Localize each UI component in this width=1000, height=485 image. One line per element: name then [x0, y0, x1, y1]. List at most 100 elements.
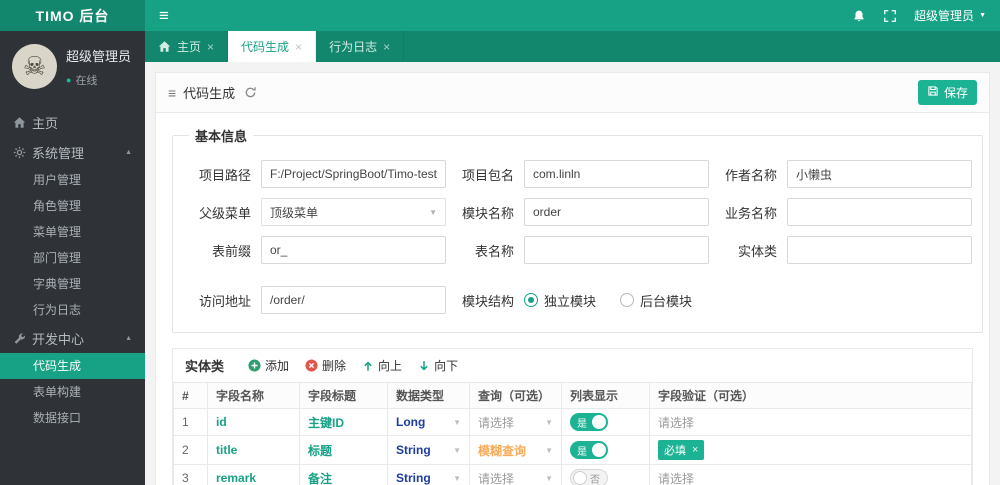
- sidebar-item-behavior-log[interactable]: 行为日志: [0, 297, 145, 323]
- field-title-input[interactable]: 备注: [308, 472, 332, 485]
- close-icon[interactable]: ×: [295, 40, 302, 54]
- sidebar-item-department-management[interactable]: 部门管理: [0, 245, 145, 271]
- radio-label: 后台模块: [640, 293, 693, 309]
- field-title-input[interactable]: 标题: [308, 444, 332, 458]
- table-name-input[interactable]: [524, 236, 709, 264]
- sidebar-item-form-builder[interactable]: 表单构建: [0, 379, 145, 405]
- sidebar-item-code-generation[interactable]: 代码生成: [0, 353, 145, 379]
- chevron-down-icon: ▼: [545, 445, 553, 455]
- sidebar-item-role-management[interactable]: 角色管理: [0, 193, 145, 219]
- field-name-cell: id: [207, 408, 300, 436]
- tag-label: 必填: [664, 445, 686, 457]
- field-name-input[interactable]: remark: [216, 471, 256, 485]
- field-title-cell: 主键ID: [299, 408, 388, 436]
- fullscreen-icon[interactable]: [883, 9, 897, 23]
- profile-info: 超级管理员 ● 在线: [66, 46, 131, 88]
- remove-tag-icon[interactable]: ×: [692, 444, 698, 456]
- add-button[interactable]: 添加: [248, 357, 289, 374]
- show-toggle[interactable]: 否: [570, 469, 608, 485]
- move-down-icon: [418, 360, 430, 372]
- sidebar-item-menu-management[interactable]: 菜单管理: [0, 219, 145, 245]
- field-title-cell: 备注: [299, 464, 388, 485]
- tab-code-generation[interactable]: 代码生成 ×: [228, 31, 317, 62]
- data-type-select[interactable]: Long ▼: [396, 415, 461, 429]
- row-index: 3: [173, 464, 208, 485]
- move-down-button[interactable]: 向下: [418, 357, 458, 374]
- entity-class-input[interactable]: [787, 236, 972, 264]
- sidebar-item-system-management[interactable]: 系统管理 ▲: [0, 137, 145, 167]
- delete-button[interactable]: 删除: [305, 357, 346, 374]
- field-title-cell: 标题: [299, 435, 388, 465]
- tool-label: 向下: [434, 359, 459, 373]
- user-profile: ☠ 超级管理员 ● 在线: [0, 31, 145, 101]
- table-row: 3 remark 备注 String ▼ 请选择 ▼ 否 请选择: [173, 464, 972, 485]
- tab-behavior-log[interactable]: 行为日志 ×: [316, 31, 405, 62]
- data-type-select-cell: String ▼: [387, 464, 470, 485]
- entity-header: 实体类 添加 删除 向上 向下: [173, 349, 972, 382]
- parent-menu-select[interactable]: 顶级菜单 ▼: [261, 198, 446, 226]
- business-name-input[interactable]: [787, 198, 972, 226]
- home-icon: [158, 40, 171, 53]
- tab-label: 代码生成: [241, 40, 290, 54]
- home-icon: [13, 116, 32, 129]
- sidebar-item-dictionary-management[interactable]: 字典管理: [0, 271, 145, 297]
- form-field-project-path: 项目路径: [183, 160, 446, 188]
- query-select-cell: 模糊查询 ▼: [469, 435, 562, 465]
- sidebar-item-label: 开发中心: [32, 331, 85, 347]
- column-header: 列表显示: [561, 382, 650, 409]
- chevron-down-icon: ▼: [429, 207, 437, 217]
- project-path-input[interactable]: [261, 160, 446, 188]
- user-menu[interactable]: 超级管理员 ▼: [914, 7, 986, 24]
- field-title-input[interactable]: 主键ID: [308, 416, 344, 430]
- move-up-button[interactable]: 向上: [362, 357, 402, 374]
- close-icon[interactable]: ×: [207, 40, 214, 54]
- sidebar-item-data-api[interactable]: 数据接口: [0, 405, 145, 431]
- menu-toggle-icon[interactable]: ≡: [159, 7, 169, 24]
- list-display-cell: 否: [561, 464, 650, 485]
- sidebar: TIMO 后台 ☠ 超级管理员 ● 在线 主页 系统管理 ▲ 用户管理 角色管理 菜单管理…: [0, 0, 145, 485]
- radio-standalone-module[interactable]: 独立模块: [524, 291, 596, 310]
- skull-icon: ☠: [22, 51, 47, 81]
- field-label: 作者名称: [724, 167, 777, 183]
- sidebar-item-home[interactable]: 主页: [0, 107, 145, 137]
- sidebar-item-user-management[interactable]: 用户管理: [0, 167, 145, 193]
- query-select[interactable]: 请选择 ▼: [478, 470, 553, 485]
- basic-info-section: 基本信息 项目路径 项目包名 作者名称父级菜单 顶级菜单 ▼ 模块名称 业务名称表前缀 表名称…: [172, 126, 983, 333]
- field-label: 项目路径: [198, 167, 251, 183]
- refresh-icon[interactable]: [244, 86, 257, 99]
- validation-select[interactable]: 请选择: [658, 416, 694, 430]
- query-select[interactable]: 模糊查询 ▼: [478, 442, 553, 459]
- show-toggle[interactable]: 是: [570, 441, 608, 459]
- author-name-input[interactable]: [787, 160, 972, 188]
- save-button[interactable]: 保存: [917, 80, 977, 105]
- sidebar-item-dev-center[interactable]: 开发中心 ▲: [0, 323, 145, 353]
- package-name-input[interactable]: [524, 160, 709, 188]
- access-url-input[interactable]: [261, 286, 446, 314]
- tool-label: 删除: [322, 359, 347, 373]
- table-prefix-input[interactable]: [261, 236, 446, 264]
- bell-icon[interactable]: [852, 9, 866, 23]
- query-select[interactable]: 请选择 ▼: [478, 414, 553, 431]
- required-tag: 必填 ×: [658, 440, 705, 460]
- column-header: 查询（可选）: [469, 382, 562, 409]
- validation-select[interactable]: 请选择: [658, 472, 694, 485]
- tab-home[interactable]: 主页 ×: [145, 31, 229, 62]
- close-icon[interactable]: ×: [383, 40, 390, 54]
- form-field-module-name: 模块名称: [446, 198, 709, 226]
- chevron-down-icon: ▼: [453, 417, 461, 427]
- gear-icon: [13, 146, 32, 159]
- data-type-select[interactable]: String ▼: [396, 471, 461, 485]
- online-dot-icon: ●: [66, 74, 72, 85]
- toggle-knob: [592, 415, 606, 429]
- radio-backend-module[interactable]: 后台模块: [620, 291, 692, 310]
- move-up-icon: [362, 360, 374, 372]
- validation-cell: 必填 ×: [649, 435, 972, 465]
- data-type-select[interactable]: String ▼: [396, 443, 461, 457]
- toggle-knob: [592, 443, 606, 457]
- app-window: TIMO 后台 ☠ 超级管理员 ● 在线 主页 系统管理 ▲ 用户管理 角色管理 菜单管理…: [0, 0, 1000, 485]
- select-value: 顶级菜单: [270, 205, 319, 220]
- module-name-input[interactable]: [524, 198, 709, 226]
- field-name-input[interactable]: id: [216, 415, 227, 429]
- show-toggle[interactable]: 是: [570, 413, 608, 431]
- field-name-input[interactable]: title: [216, 443, 237, 457]
